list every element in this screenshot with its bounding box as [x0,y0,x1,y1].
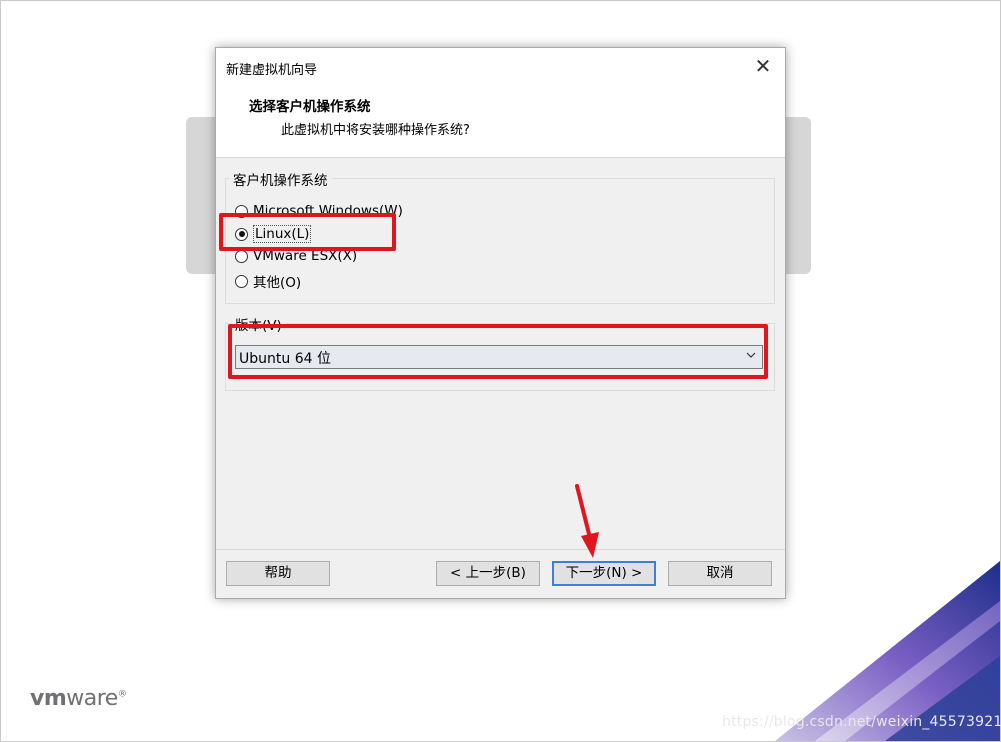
next-button[interactable]: 下一步(N) > [552,561,656,586]
linux-highlight-box [219,213,396,251]
page-title: 选择客户机操作系统 [249,99,371,115]
close-icon[interactable]: ✕ [754,56,772,76]
version-highlight-box [228,324,768,379]
red-arrow-annotation [575,484,599,558]
help-button[interactable]: 帮助 [226,561,330,586]
radio-circle-icon [235,274,248,288]
page-subtitle: 此虚拟机中将安装哪种操作系统? [281,123,470,138]
radio-circle-icon [235,249,248,263]
vmware-logo: vmware® [30,686,127,711]
logo-bold-part: vm [30,686,67,711]
guest-os-group-label: 客户机操作系统 [229,169,332,189]
radio-other[interactable]: 其他(O) [235,271,301,291]
radio-other-label: 其他(O) [253,275,302,291]
watermark-url: https://blog.csdn.net/weixin_45573921 [722,714,1001,730]
logo-rest-part: ware [66,686,118,711]
new-vm-wizard-dialog: 新建虚拟机向导 ✕ 选择客户机操作系统 此虚拟机中将安装哪种操作系统? 客户机操… [215,47,786,599]
logo-trademark: ® [117,689,127,700]
footer-divider [216,549,785,550]
back-button[interactable]: < 上一步(B) [436,561,540,586]
dialog-title: 新建虚拟机向导 [226,63,318,78]
cancel-button[interactable]: 取消 [668,561,772,586]
dialog-header: 新建虚拟机向导 ✕ 选择客户机操作系统 此虚拟机中将安装哪种操作系统? [216,48,785,158]
